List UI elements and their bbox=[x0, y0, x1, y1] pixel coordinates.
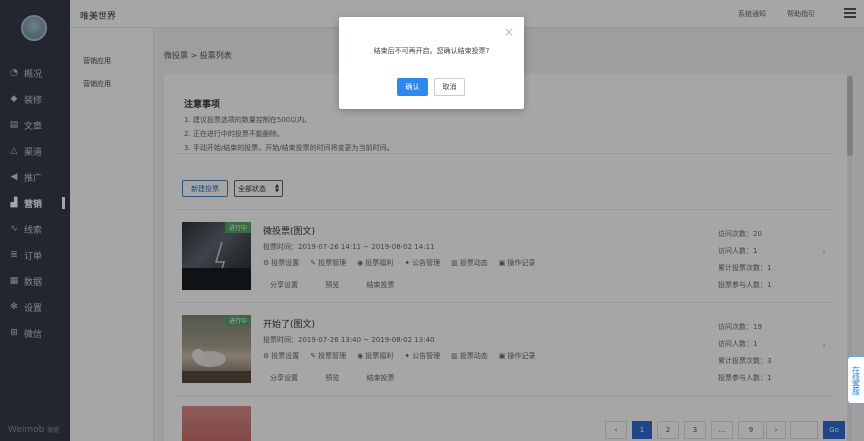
confirm-dialog: × 结束后不可再开启。您确认结束投票? 确认 取消 bbox=[339, 17, 524, 109]
close-icon[interactable]: × bbox=[504, 25, 514, 39]
online-service-button[interactable]: 在线客服 bbox=[847, 356, 864, 404]
dialog-message: 结束后不可再开启。您确认结束投票? bbox=[373, 47, 490, 55]
confirm-button[interactable]: 确认 bbox=[397, 78, 428, 96]
cancel-button[interactable]: 取消 bbox=[434, 78, 465, 96]
